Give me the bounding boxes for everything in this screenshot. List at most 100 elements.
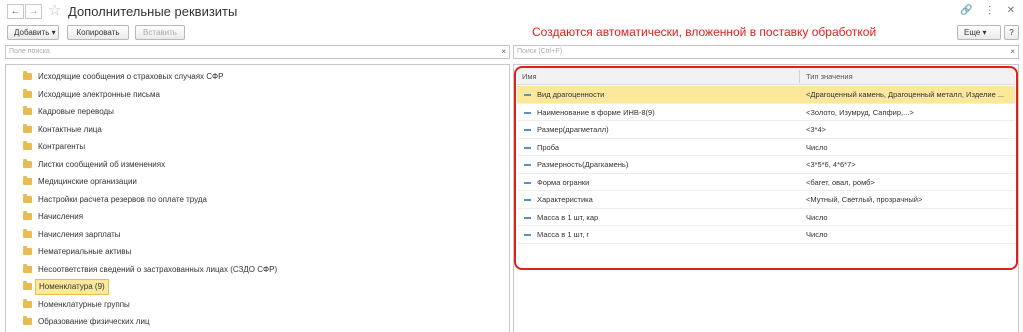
tree-item-label: Нематериальные активы (38, 247, 132, 256)
tree-item-label: Медицинские организации (38, 177, 137, 186)
tree-item-label: Исходящие электронные письма (38, 89, 161, 99)
folder-icon (23, 281, 32, 290)
more-menu-icon[interactable]: ⋮ (985, 4, 995, 18)
attributes-grid: Имя Тип значения Вид драгоценности <Драго… (513, 64, 1019, 332)
toolbar: Добавить ▾ Копировать Вставить Создаются… (0, 24, 1023, 44)
folder-icon (23, 123, 32, 133)
tree-item-label: Листки сообщений об изменениях (38, 159, 166, 169)
folder-icon (23, 106, 32, 115)
table-row[interactable]: Размерность(Драгкамень) <3*5*6, 4*6*7> (517, 156, 1015, 174)
tree-item-label: Начисления (38, 212, 84, 221)
folder-icon (23, 263, 32, 273)
tree-item[interactable]: Настройки расчета резервов по оплате тру… (6, 191, 509, 209)
folder-icon (23, 193, 32, 203)
table-row[interactable]: Характеристика <Мутный, Светлый, прозрачн… (517, 191, 1015, 209)
table-row[interactable]: Проба Число (517, 139, 1015, 156)
tree-item-label: Кадровые переводы (38, 107, 114, 116)
tree-item[interactable]: Начисления зарплаты (6, 226, 509, 244)
back-button[interactable]: ← (7, 4, 24, 19)
favorite-star-icon[interactable]: ☆ (48, 2, 61, 20)
tree-item[interactable]: Листки сообщений об изменениях (6, 156, 509, 174)
attribute-icon (524, 164, 531, 166)
link-icon[interactable]: 🔗 (960, 4, 972, 18)
cell-type: <Мутный, Светлый, прозрачный> (806, 195, 923, 204)
tree-item-label: Номенклатура (9) (35, 279, 109, 295)
folder-icon (23, 158, 32, 168)
tree-item-label: Начисления зарплаты (38, 229, 121, 239)
tree-item[interactable]: Кадровые переводы (6, 103, 509, 121)
folder-icon (23, 246, 32, 255)
column-header-type[interactable]: Тип значения (806, 68, 853, 85)
tree-item-label: Контрагенты (38, 142, 86, 151)
grid-search-placeholder: Поиск (Ctrl+F) (517, 48, 563, 55)
tree-item[interactable]: Нематериальные активы (6, 243, 509, 261)
grid-header: Имя Тип значения (517, 68, 1015, 85)
folder-icon (23, 228, 32, 238)
table-row[interactable]: Форма огранки <багет, овал, ромб> (517, 174, 1015, 191)
help-button[interactable]: ? (1004, 25, 1019, 40)
tree-item[interactable]: Контактные лица (6, 121, 509, 139)
cell-type: <багет, овал, ромб> (806, 177, 875, 187)
tree-item-label: Настройки расчета резервов по оплате тру… (38, 194, 207, 204)
folder-icon (23, 211, 32, 220)
cell-name: Масса в 1 шт, кар (537, 212, 599, 222)
cell-name: Размер(драгметалл) (537, 125, 609, 134)
attribute-icon (524, 234, 531, 236)
add-button[interactable]: Добавить ▾ (7, 25, 59, 40)
cell-name: Масса в 1 шт, г (537, 230, 590, 239)
attribute-icon (524, 146, 531, 149)
folder-icon (23, 176, 32, 185)
tree-item[interactable]: Медицинские организации (6, 173, 509, 191)
folder-icon (23, 298, 32, 308)
cell-name: Форма огранки (537, 177, 590, 187)
column-divider[interactable] (799, 70, 800, 83)
table-row[interactable]: Масса в 1 шт, г Число (517, 226, 1015, 244)
grid-search-input[interactable]: Поиск (Ctrl+F) × (513, 45, 1019, 59)
tree-item[interactable]: Номенклатурные группы (6, 296, 509, 314)
forward-button[interactable]: → (25, 4, 42, 19)
title-bar: ← → ☆ Дополнительные реквизиты 🔗 ⋮ ✕ (0, 0, 1023, 24)
window-controls: 🔗 ⋮ ✕ (960, 4, 1015, 18)
tree-item-label: Исходящие сообщения о страховых случаях … (38, 72, 224, 81)
folder-icon (23, 88, 32, 98)
tree-item[interactable]: Несоответствия сведений о застрахованных… (6, 261, 509, 279)
cell-type: <Золото, Изумруд, Сапфир,...> (806, 107, 914, 117)
tree-item[interactable]: Начисления (6, 208, 509, 226)
cell-type: <3*5*6, 4*6*7> (806, 160, 856, 169)
tree-item[interactable]: Контрагенты (6, 138, 509, 156)
close-icon[interactable]: ✕ (1007, 4, 1015, 18)
cell-name: Размерность(Драгкамень) (537, 160, 629, 169)
paste-button[interactable]: Вставить (135, 25, 185, 40)
table-row[interactable]: Вид драгоценности <Драгоценный камень, Др… (517, 86, 1015, 104)
arrow-right-icon: → (28, 6, 39, 17)
page-title: Дополнительные реквизиты (68, 4, 238, 19)
clear-icon[interactable]: × (501, 46, 506, 58)
cell-type: Число (806, 212, 828, 222)
attribute-icon (524, 181, 531, 184)
clear-icon[interactable]: × (1010, 46, 1015, 58)
tree-item[interactable]: Исходящие электронные письма (6, 86, 509, 104)
column-header-name[interactable]: Имя (522, 68, 537, 85)
tree-item[interactable]: Образование физических лиц (6, 313, 509, 331)
arrow-left-icon: ← (10, 6, 21, 17)
tree-item[interactable]: Исходящие сообщения о страховых случаях … (6, 68, 509, 86)
cell-type: <3*4> (806, 125, 827, 134)
cell-name: Характеристика (537, 195, 593, 204)
tree-item-label: Контактные лица (38, 124, 102, 134)
table-row[interactable]: Размер(драгметалл) <3*4> (517, 121, 1015, 139)
more-button[interactable]: Еще ▾ (957, 25, 1001, 40)
annotation-text: Создаются автоматически, вложенной в пос… (532, 25, 877, 39)
attribute-icon (524, 216, 531, 219)
table-row[interactable]: Наименование в форме ИНВ-8(9) <Золото, Из… (517, 104, 1015, 121)
attribute-icon (524, 199, 531, 201)
tree-search-input[interactable]: Поле поиска × (5, 45, 510, 59)
folder-icon (23, 71, 32, 80)
folder-icon (23, 316, 32, 325)
cell-name: Вид драгоценности (537, 90, 605, 99)
tree-item-selected[interactable]: Номенклатура (9) (6, 278, 509, 296)
tree-item-label: Образование физических лиц (38, 317, 150, 326)
tree-search-placeholder: Поле поиска (9, 48, 50, 55)
table-row[interactable]: Масса в 1 шт, кар Число (517, 209, 1015, 226)
attribute-icon (524, 129, 531, 131)
copy-button[interactable]: Копировать (67, 25, 129, 40)
